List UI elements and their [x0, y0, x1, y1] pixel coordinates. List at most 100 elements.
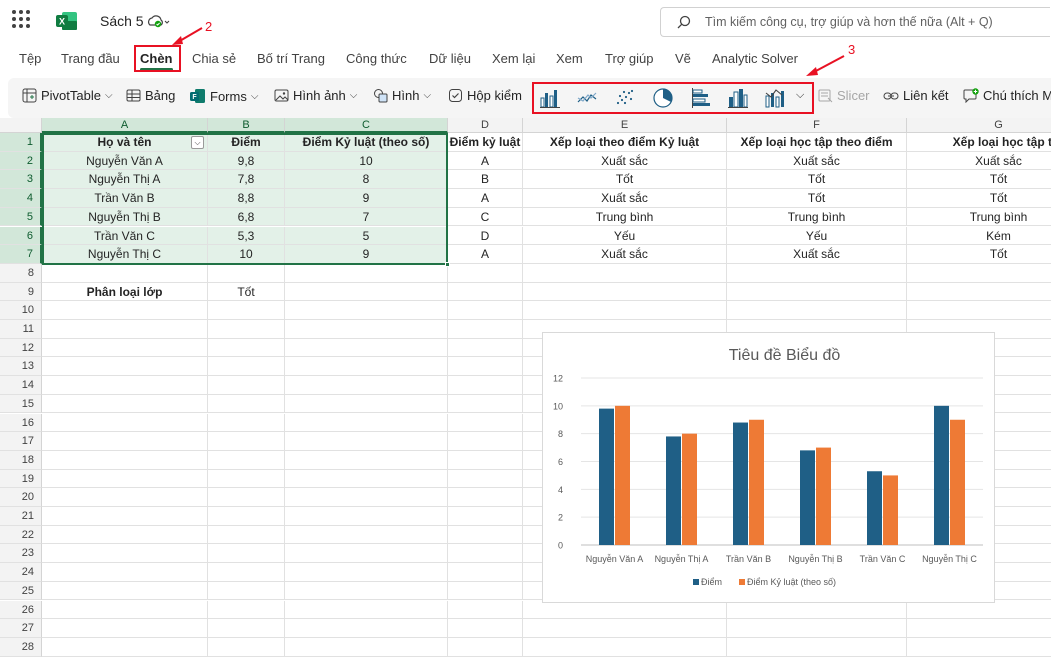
column-header-f[interactable]: F — [727, 118, 907, 133]
cell-e9[interactable] — [523, 282, 727, 302]
row-header-13[interactable]: 13 — [0, 357, 42, 377]
cell-b17[interactable] — [208, 432, 285, 451]
cell-c11[interactable] — [285, 320, 448, 339]
row-header-7[interactable]: 7 — [0, 245, 42, 264]
cell-f1[interactable]: Xếp loại học tập theo điểm — [727, 133, 907, 152]
cell-d27[interactable] — [448, 619, 523, 638]
cell-c16[interactable] — [285, 413, 448, 433]
cell-e2[interactable]: Xuất sắc — [523, 151, 727, 171]
cell-f28[interactable] — [727, 637, 907, 657]
cell-d4[interactable]: A — [448, 189, 523, 208]
cell-c4[interactable]: 9 — [285, 189, 448, 208]
cell-g28[interactable] — [907, 638, 1051, 657]
cell-g9[interactable] — [907, 283, 1051, 302]
cell-a11[interactable] — [42, 320, 208, 339]
cell-e3[interactable]: Tốt — [523, 170, 727, 190]
row-header-14[interactable]: 14 — [0, 376, 42, 395]
cell-g6[interactable]: Kém — [907, 227, 1051, 246]
cell-c27[interactable] — [285, 619, 448, 638]
cell-a18[interactable] — [42, 450, 208, 470]
column-header-c[interactable]: C — [285, 118, 448, 133]
cell-e5[interactable]: Trung bình — [523, 207, 727, 227]
pivottable-button[interactable]: PivotTable ⌵ — [22, 88, 113, 103]
cell-f27[interactable] — [727, 619, 907, 638]
cell-g1[interactable]: Xếp loại học tập theo đ — [907, 133, 1051, 152]
column-header-g[interactable]: G — [907, 118, 1051, 133]
cell-c6[interactable]: 5 — [285, 226, 448, 246]
cell-c13[interactable] — [285, 357, 448, 377]
cell-e27[interactable] — [523, 619, 727, 638]
cell-b14[interactable] — [208, 376, 285, 395]
row-header-24[interactable]: 24 — [0, 563, 42, 582]
row-header-3[interactable]: 3 — [0, 170, 42, 190]
cell-a1[interactable]: Họ và tên — [42, 133, 208, 152]
row-header-17[interactable]: 17 — [0, 432, 42, 451]
tab-data[interactable]: Dữ liệu — [429, 51, 471, 66]
cell-b12[interactable] — [208, 338, 285, 358]
search-input[interactable]: Tìm kiếm công cụ, trợ giúp và hơn thế nữ… — [660, 7, 1050, 37]
cell-b11[interactable] — [208, 320, 285, 339]
cell-d22[interactable] — [448, 525, 523, 545]
cell-a19[interactable] — [42, 469, 208, 489]
cell-a3[interactable]: Nguyễn Thị A — [42, 170, 208, 190]
cell-c1[interactable]: Điểm Kỷ luật (theo số) — [285, 133, 448, 152]
row-header-4[interactable]: 4 — [0, 189, 42, 208]
cell-a22[interactable] — [42, 525, 208, 545]
cell-d8[interactable] — [448, 263, 523, 283]
cell-b21[interactable] — [208, 507, 285, 526]
cell-b15[interactable] — [208, 394, 285, 414]
row-header-19[interactable]: 19 — [0, 469, 42, 489]
shapes-button[interactable]: Hình ⌵ — [373, 88, 431, 103]
cell-d20[interactable] — [448, 488, 523, 507]
tab-home[interactable]: Trang đầu — [61, 51, 120, 66]
row-header-22[interactable]: 22 — [0, 525, 42, 545]
cell-b13[interactable] — [208, 357, 285, 377]
cell-b3[interactable]: 7,8 — [208, 170, 285, 190]
checkbox-button[interactable]: Hộp kiểm — [448, 88, 522, 103]
cell-e28[interactable] — [523, 637, 727, 657]
tab-view[interactable]: Xem — [556, 51, 583, 66]
column-header-e[interactable]: E — [523, 118, 727, 133]
cell-c10[interactable] — [285, 301, 448, 320]
row-header-21[interactable]: 21 — [0, 507, 42, 526]
forms-button[interactable]: F Forms ⌵ — [190, 88, 258, 104]
cell-d14[interactable] — [448, 376, 523, 395]
cell-b27[interactable] — [208, 619, 285, 638]
cell-a5[interactable]: Nguyễn Thị B — [42, 207, 208, 227]
cell-a16[interactable] — [42, 413, 208, 433]
row-header-10[interactable]: 10 — [0, 301, 42, 320]
cell-d17[interactable] — [448, 432, 523, 451]
cell-c20[interactable] — [285, 488, 448, 507]
cell-b22[interactable] — [208, 525, 285, 545]
row-header-26[interactable]: 26 — [0, 600, 42, 620]
cell-a27[interactable] — [42, 619, 208, 638]
cell-d5[interactable]: C — [448, 207, 523, 227]
cell-b20[interactable] — [208, 488, 285, 507]
cell-c18[interactable] — [285, 450, 448, 470]
cell-a2[interactable]: Nguyễn Văn A — [42, 151, 208, 171]
cell-f6[interactable]: Yếu — [727, 226, 907, 246]
cell-e7[interactable]: Xuất sắc — [523, 245, 727, 264]
cell-b10[interactable] — [208, 301, 285, 320]
cell-b24[interactable] — [208, 563, 285, 582]
table-button[interactable]: Bảng — [126, 88, 175, 103]
cell-a4[interactable]: Trần Văn B — [42, 189, 208, 208]
cell-g27[interactable] — [907, 619, 1051, 638]
row-header-16[interactable]: 16 — [0, 413, 42, 433]
cell-a21[interactable] — [42, 507, 208, 526]
cell-c23[interactable] — [285, 544, 448, 564]
cell-g2[interactable]: Xuất sắc — [907, 152, 1051, 171]
cell-e4[interactable]: Xuất sắc — [523, 189, 727, 208]
cell-b16[interactable] — [208, 413, 285, 433]
cell-d25[interactable] — [448, 581, 523, 601]
cell-e6[interactable]: Yếu — [523, 226, 727, 246]
cell-a9[interactable]: Phân loại lớp — [42, 282, 208, 302]
cell-c5[interactable]: 7 — [285, 207, 448, 227]
cell-c9[interactable] — [285, 282, 448, 302]
cell-f5[interactable]: Trung bình — [727, 207, 907, 227]
cell-f9[interactable] — [727, 282, 907, 302]
cell-b23[interactable] — [208, 544, 285, 564]
row-header-6[interactable]: 6 — [0, 226, 42, 246]
cell-d1[interactable]: Điểm kỷ luật — [448, 133, 523, 152]
cell-g3[interactable]: Tốt — [907, 170, 1051, 190]
